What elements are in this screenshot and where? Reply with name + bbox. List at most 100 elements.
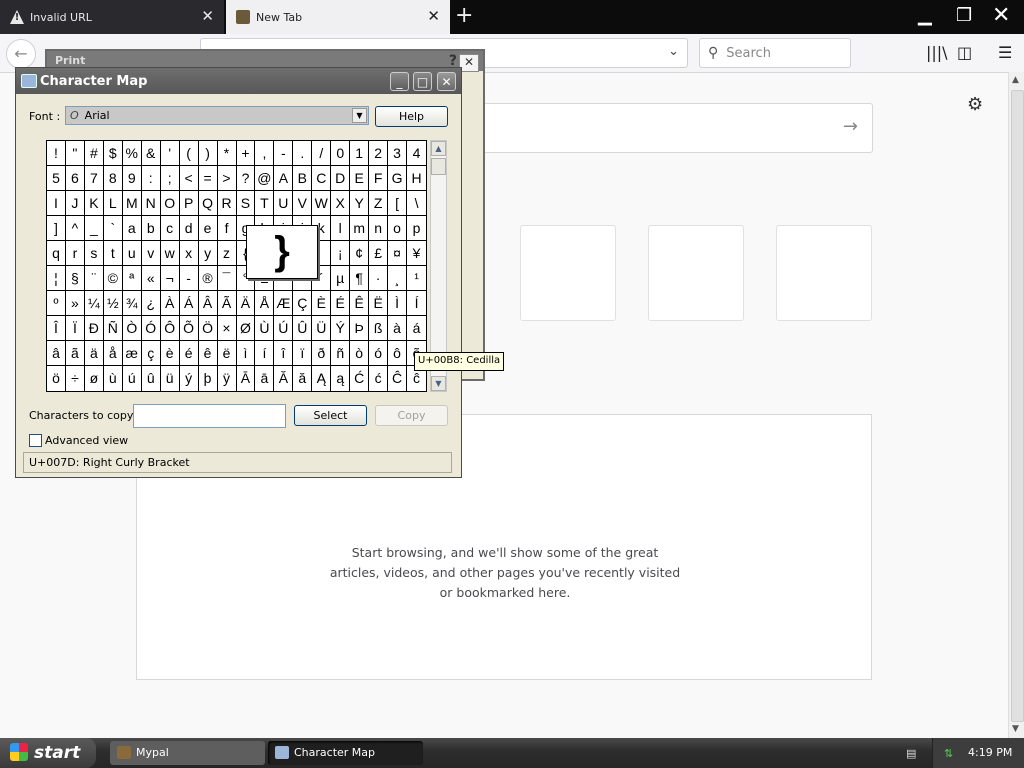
character-cell[interactable]: Ø [236,316,256,341]
character-cell[interactable]: < [179,166,199,191]
character-cell[interactable]: * [217,141,237,166]
character-cell[interactable]: > [217,166,237,191]
top-site-tile[interactable] [648,225,744,321]
character-cell[interactable]: S [236,191,256,216]
character-cell[interactable]: : [141,166,161,191]
character-cell[interactable]: Ö [198,316,218,341]
character-cell[interactable]: î [274,341,294,366]
character-cell[interactable]: f [217,216,237,241]
character-cell[interactable]: Â [198,291,218,316]
character-cell[interactable]: Ï [65,316,85,341]
character-cell[interactable]: Ù [255,316,275,341]
close-tab-icon[interactable]: ✕ [427,9,440,24]
menu-icon[interactable]: ☰ [998,43,1012,62]
character-cell[interactable]: Ê [350,291,370,316]
taskbar-item-character-map[interactable]: Character Map [268,741,423,765]
character-cell[interactable]: ö [47,366,66,391]
character-cell[interactable]: \ [407,191,426,216]
character-cell[interactable]: ¸ [388,266,408,291]
scroll-up-icon[interactable]: ▲ [1012,75,1019,85]
arrow-right-icon[interactable]: → [843,116,858,137]
character-cell[interactable]: Ë [369,291,389,316]
character-cell[interactable]: À [160,291,180,316]
scroll-down-icon[interactable]: ▼ [1012,724,1019,734]
character-cell[interactable]: T [255,191,275,216]
character-cell[interactable]: ê [198,341,218,366]
character-cell[interactable]: Y [350,191,370,216]
character-cell[interactable]: 4 [407,141,426,166]
character-cell[interactable]: t [103,241,123,266]
character-cell[interactable]: 3 [388,141,408,166]
character-cell[interactable]: º [47,291,66,316]
tab-invalid-url[interactable]: ! Invalid URL ✕ [0,0,224,34]
character-cell[interactable]: è [160,341,180,366]
character-cell[interactable]: Ą [312,366,332,391]
maximize-button[interactable]: □ [413,72,432,91]
character-cell[interactable]: % [122,141,142,166]
character-cell[interactable]: m [350,216,370,241]
character-cell[interactable]: [ [388,191,408,216]
character-cell[interactable]: - [179,266,199,291]
character-cell[interactable]: × [217,316,237,341]
character-cell[interactable]: ÿ [218,366,237,391]
character-cell[interactable]: £ [369,241,389,266]
scrollbar-thumb[interactable] [431,158,446,175]
character-cell[interactable]: O [160,191,180,216]
character-cell[interactable]: y [198,241,218,266]
character-cell[interactable]: ò [350,341,370,366]
scrollbar-thumb[interactable] [1011,90,1024,722]
character-cell[interactable]: © [103,266,123,291]
back-button[interactable]: ← [6,39,36,69]
character-cell[interactable]: o [388,216,408,241]
character-cell[interactable]: Ò [122,316,142,341]
character-cell[interactable]: ù [104,366,123,391]
sidebar-icon[interactable]: ◫ [957,43,972,62]
character-cell[interactable]: Ç [293,291,313,316]
character-cell[interactable]: ^ [65,216,85,241]
character-cell[interactable]: Ú [274,316,294,341]
character-cell[interactable]: â [47,341,66,366]
character-cell[interactable]: E [350,166,370,191]
character-cell[interactable]: ø [85,366,104,391]
character-cell[interactable]: Í [407,291,426,316]
close-icon[interactable]: ✕ [459,54,479,72]
character-cell[interactable]: Û [293,316,313,341]
character-cell[interactable]: µ [331,266,351,291]
character-cell[interactable]: ½ [103,291,123,316]
top-site-tile[interactable] [520,225,616,321]
character-cell[interactable]: Ä [236,291,256,316]
character-cell[interactable]: _ [84,216,104,241]
character-cell[interactable]: M [122,191,142,216]
keyboard-icon[interactable]: ▤ [906,747,916,760]
restore-button[interactable]: ❐ [956,6,972,26]
character-cell[interactable]: ä [84,341,104,366]
character-cell[interactable]: e [198,216,218,241]
character-cell[interactable]: È [312,291,332,316]
character-cell[interactable]: d [179,216,199,241]
network-icon[interactable]: ⇅ [944,747,953,760]
character-cell[interactable]: p [407,216,426,241]
character-cell[interactable]: A [274,166,294,191]
character-cell[interactable]: ¨ [84,266,104,291]
character-cell[interactable]: Þ [350,316,370,341]
character-cell[interactable]: ) [198,141,218,166]
top-site-tile[interactable] [776,225,872,321]
character-cell[interactable]: 9 [122,166,142,191]
character-cell[interactable]: É [331,291,351,316]
character-cell[interactable]: ç [141,341,161,366]
character-cell[interactable]: - [274,141,294,166]
character-cell[interactable]: 2 [369,141,389,166]
character-cell[interactable]: Ā [237,366,256,391]
scroll-up-icon[interactable]: ▲ [431,141,446,156]
character-cell[interactable]: ¾ [122,291,142,316]
character-cell[interactable]: x [179,241,199,266]
character-cell[interactable]: V [293,191,313,216]
character-cell[interactable]: B [293,166,313,191]
character-cell[interactable]: w [160,241,180,266]
character-cell[interactable]: ă [293,366,313,391]
select-button[interactable]: Select [294,405,367,426]
character-cell[interactable]: + [236,141,256,166]
character-cell[interactable]: W [312,191,332,216]
character-cell[interactable]: ¥ [407,241,426,266]
character-cell[interactable]: Ü [312,316,332,341]
